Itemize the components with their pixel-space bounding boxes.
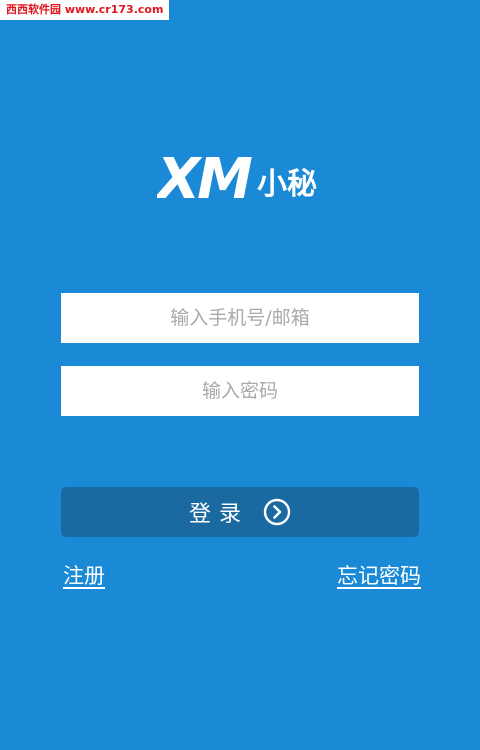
login-button-label: 登录 [188, 502, 249, 527]
register-link[interactable]: 注册 [63, 560, 105, 590]
password-input[interactable] [61, 366, 419, 416]
watermark-label: 西西软件园 www.cr173.com [0, 0, 170, 20]
phone-email-input[interactable] [61, 293, 419, 343]
logo-text-latin: XM [157, 147, 252, 210]
chevron-right-circle-icon [263, 498, 291, 526]
login-button[interactable]: 登录 [61, 487, 419, 537]
forgot-password-link[interactable]: 忘记密码 [337, 560, 421, 590]
app-logo: XM 小秘 [157, 140, 327, 210]
logo-image: XM 小秘 [157, 147, 317, 210]
logo-text-cn: 小秘 [257, 167, 317, 202]
